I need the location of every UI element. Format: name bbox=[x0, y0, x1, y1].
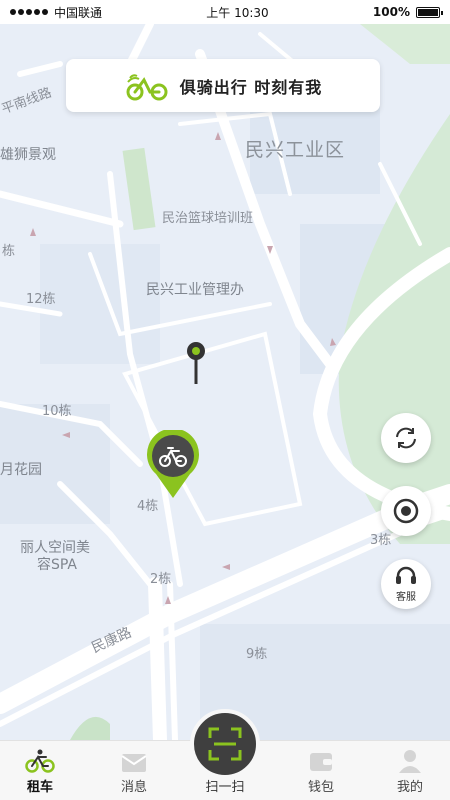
locate-icon bbox=[393, 498, 419, 524]
locate-button[interactable] bbox=[381, 486, 431, 536]
scan-button[interactable] bbox=[190, 709, 260, 779]
tab-wallet-label: 钱包 bbox=[307, 780, 334, 795]
scan-icon bbox=[208, 727, 242, 761]
tab-messages-label: 消息 bbox=[120, 780, 147, 795]
user-icon bbox=[399, 750, 421, 773]
slogan-banner: 俱骑出行 时刻有我 bbox=[66, 59, 380, 112]
refresh-button[interactable] bbox=[381, 413, 431, 463]
bike-pin-icon[interactable] bbox=[146, 430, 200, 500]
tab-mine[interactable]: 我的 bbox=[375, 741, 445, 800]
signal-icon bbox=[10, 9, 48, 15]
tab-rent[interactable]: 租车 bbox=[5, 741, 75, 800]
headset-icon bbox=[396, 566, 416, 584]
map-label-flower-garden: 月花园 bbox=[0, 462, 42, 478]
status-bar: 中国联通 上午 10:30 100% bbox=[0, 0, 450, 24]
tab-rent-label: 租车 bbox=[26, 780, 53, 795]
battery-percent: 100% bbox=[372, 5, 410, 19]
tab-mine-label: 我的 bbox=[396, 780, 423, 795]
battery-fill bbox=[418, 8, 438, 16]
refresh-icon bbox=[396, 427, 416, 449]
wallet-icon bbox=[310, 753, 332, 771]
status-time: 上午 10:30 bbox=[206, 5, 269, 20]
map-label-basketball: 民治篮球培训班 bbox=[162, 211, 254, 226]
battery-icon bbox=[416, 6, 443, 18]
status-left: 中国联通 bbox=[10, 4, 102, 21]
map-view[interactable]: 平南线路 民兴工业区 雄狮景观 民治篮球培训班 栋 民兴工业管理办 12栋 10… bbox=[0, 24, 450, 740]
banner-slogan: 俱骑出行 时刻有我 bbox=[179, 77, 323, 97]
map-label-lion-view: 雄狮景观 bbox=[0, 147, 56, 163]
location-pin-icon bbox=[187, 342, 205, 384]
tab-messages[interactable]: 消息 bbox=[99, 741, 169, 800]
customer-service-button[interactable]: 客服 bbox=[381, 559, 431, 609]
bike-icon bbox=[25, 749, 55, 773]
map-label-building-9: 9栋 bbox=[246, 647, 268, 662]
status-right: 100% bbox=[372, 5, 443, 19]
bike-logo-icon bbox=[126, 73, 168, 100]
map-label-industrial-zone: 民兴工业区 bbox=[245, 139, 346, 161]
map-label-spa-line2: 容SPA bbox=[37, 557, 78, 573]
map-label-building-10: 10栋 bbox=[42, 404, 72, 419]
customer-service-label: 客服 bbox=[396, 592, 416, 603]
map-label-building-12: 12栋 bbox=[26, 292, 56, 307]
map-label-building-2: 2栋 bbox=[150, 572, 172, 587]
map-label-building-edge: 栋 bbox=[2, 244, 16, 259]
tab-wallet[interactable]: 钱包 bbox=[286, 741, 356, 800]
map-label-management-office: 民兴工业管理办 bbox=[146, 282, 244, 298]
scan-label: 扫一扫 bbox=[205, 780, 245, 795]
carrier-name: 中国联通 bbox=[54, 5, 103, 20]
map-label-building-3: 3栋 bbox=[370, 533, 392, 548]
map-canvas bbox=[0, 24, 450, 740]
envelope-icon bbox=[121, 754, 147, 772]
